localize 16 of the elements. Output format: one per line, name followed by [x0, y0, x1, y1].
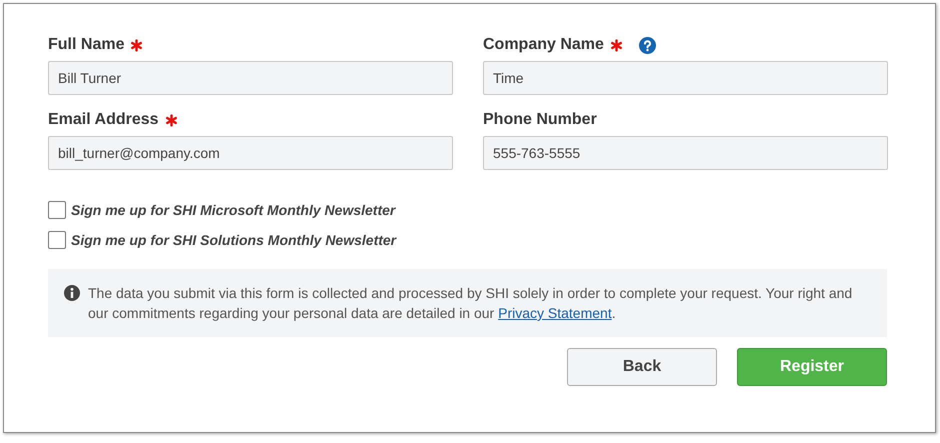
field-label: Phone Number: [483, 111, 597, 129]
info-icon: [64, 285, 80, 301]
privacy-notice: The data you submit via this form is collected and processed by SHI solely in order to complete your request. Your right and our commitments regarding your personal data are detailed in our Privacy Statement.: [88, 284, 854, 323]
input-field[interactable]: Bill Turner: [48, 61, 453, 95]
input-field[interactable]: 555-763-5555: [483, 136, 888, 170]
privacy-link[interactable]: Privacy Statement: [498, 305, 612, 321]
checkbox-label: Sign me up for SHI Microsoft Monthly Newsletter: [71, 202, 396, 218]
field-label: Full Name: [48, 36, 124, 54]
input-field[interactable]: bill_turner@company.com: [48, 136, 453, 170]
checkbox-label: Sign me up for SHI Solutions Monthly Newsletter: [71, 232, 396, 248]
checkbox[interactable]: [48, 231, 66, 249]
field-label: Email Address: [48, 111, 159, 129]
field-label: Company Name: [483, 36, 604, 54]
input-field[interactable]: Time: [483, 61, 888, 95]
checkbox[interactable]: [48, 201, 66, 219]
back-button[interactable]: Back: [567, 348, 717, 386]
